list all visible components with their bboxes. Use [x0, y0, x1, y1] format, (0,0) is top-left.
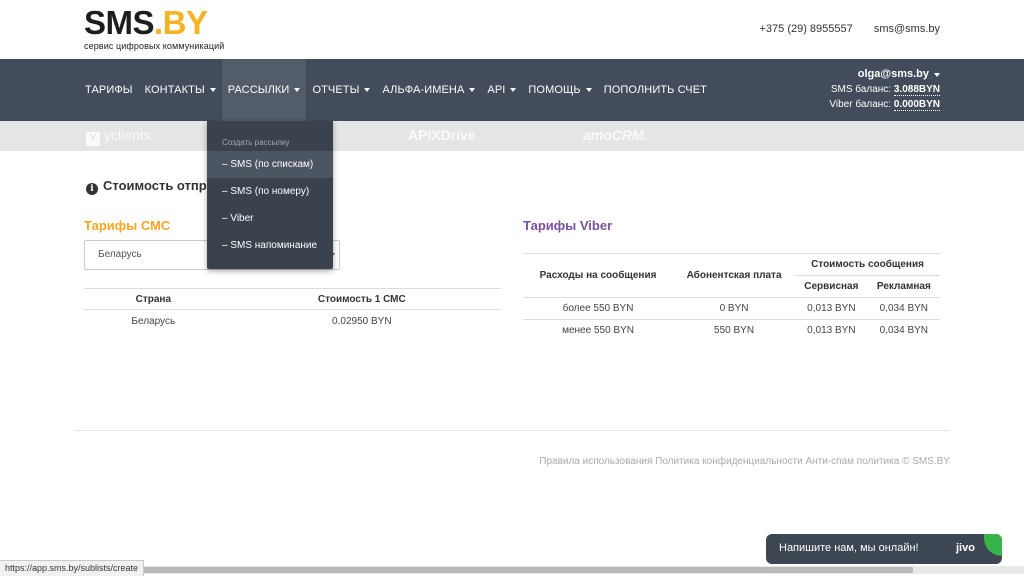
nav-item-tariffs[interactable]: Тарифы	[79, 59, 139, 121]
nav-item-alpha-names[interactable]: Альфа-имена	[376, 59, 481, 121]
column-header: Рекламная	[867, 275, 940, 298]
nav-label: API	[487, 84, 506, 96]
dropdown-item-sms-number[interactable]: – SMS (по номеру)	[207, 178, 333, 205]
footer-divider	[74, 430, 950, 431]
table-header-row: Страна Стоимость 1 СМС	[84, 288, 501, 310]
dropdown-item-sms-reminder[interactable]: – SMS напоминание	[207, 232, 333, 259]
caret-down-icon	[934, 73, 940, 77]
caret-down-icon	[209, 88, 216, 92]
partner-amocrm[interactable]: amoCRM.	[583, 127, 648, 143]
nav-item-help[interactable]: Помощь	[522, 59, 597, 121]
footer-link-rules[interactable]: Правила использования	[539, 456, 652, 467]
nav-menu: Тарифы Контакты Рассылки Отчеты Альфа-им…	[79, 59, 713, 121]
viber-balance-value[interactable]: 0.000BYN	[893, 99, 940, 111]
caret-down-icon	[294, 88, 301, 92]
nav-item-reports[interactable]: Отчеты	[306, 59, 376, 121]
viber-balance-label: Viber баланс:	[829, 99, 892, 110]
dropdown-header: Создать рассылку	[222, 138, 290, 147]
dropdown-item-viber[interactable]: – Viber	[207, 205, 333, 232]
partner-apixdrive[interactable]: APIXDrive	[408, 127, 476, 143]
column-header: Страна	[84, 288, 223, 310]
nav-label: Помощь	[528, 84, 581, 96]
site-header: SMS.BY сервис цифровых коммуникаций +375…	[0, 0, 1024, 59]
dropdown-item-sms-lists[interactable]: – SMS (по спискам)	[207, 151, 333, 178]
contact-email[interactable]: sms@sms.by	[874, 23, 940, 35]
nav-label: Отчеты	[312, 84, 360, 96]
partner-yclients[interactable]: Yyclients	[86, 127, 151, 146]
table-row: менее 550 BYN 550 BYN 0,013 BYN 0,034 BY…	[523, 320, 940, 342]
phone-number[interactable]: +375 (29) 8955557	[759, 23, 852, 35]
link-status-bar: https://app.sms.by/sublists/create	[0, 560, 145, 576]
nav-item-top-up[interactable]: Пополнить счет	[598, 59, 713, 121]
table-cell: 0 BYN	[673, 297, 796, 320]
viber-tariffs-title: Тарифы Viber	[523, 218, 613, 233]
nav-item-contacts[interactable]: Контакты	[139, 59, 222, 121]
nav-label: Альфа-имена	[382, 84, 465, 96]
footer-link-privacy[interactable]: Политика конфиденциальности	[655, 456, 803, 467]
table-cell: 0.02950 BYN	[332, 315, 392, 327]
sms-balance: SMS баланс: 3.088BYN	[829, 82, 940, 97]
table-cell: более 550 BYN	[523, 297, 674, 320]
table-row: Беларусь 0.02950 BYN	[84, 310, 501, 331]
jivo-logo: jivo	[956, 542, 975, 554]
footer-copyright: © SMS.BY	[902, 456, 950, 467]
caret-down-icon	[364, 88, 371, 92]
caret-down-icon	[510, 88, 517, 92]
logo-text: SMS.BY	[84, 6, 224, 40]
table-cell: Беларусь	[131, 315, 176, 327]
scrollbar-thumb[interactable]	[143, 567, 913, 573]
yclients-logo-icon: Y	[86, 132, 100, 146]
table-cell: 0,013 BYN	[795, 297, 868, 320]
column-header: Абонентская плата	[673, 253, 796, 298]
nav-item-api[interactable]: API	[481, 59, 522, 121]
caret-down-icon	[469, 88, 476, 92]
nav-label: Рассылки	[227, 84, 290, 96]
logo-main: SMS	[84, 4, 155, 41]
partners-strip: Yyclients APIXDrive amoCRM.	[0, 121, 1024, 151]
partner-name: amoCRM.	[583, 127, 648, 143]
nav-label: Тарифы	[85, 84, 133, 96]
table-cell: 0,013 BYN	[807, 325, 856, 337]
column-header: Стоимость сообщения	[795, 253, 940, 276]
table-cell: 0,034 BYN	[867, 297, 940, 320]
sms-tariffs-table: Страна Стоимость 1 СМС Беларусь 0.02950 …	[84, 288, 501, 331]
nav-item-mailings[interactable]: Рассылки	[221, 59, 307, 121]
table-cell: менее 550 BYN	[562, 325, 634, 337]
table-cell: 0,034 BYN	[879, 325, 929, 337]
table-row: более 550 BYN 0 BYN 0,013 BYN 0,034 BYN	[523, 297, 940, 320]
sms-balance-label: SMS баланс:	[830, 84, 892, 95]
account-user-menu[interactable]: olga@sms.by	[829, 67, 940, 82]
table-header-row: Расходы на сообщения Абонентская плата С…	[523, 253, 940, 298]
table-cell: 550 BYN	[714, 325, 755, 337]
header-contacts: +375 (29) 8955557 sms@sms.by	[741, 23, 940, 35]
column-header: Расходы на сообщения	[523, 253, 674, 298]
info-icon: i	[86, 183, 98, 195]
account-panel: olga@sms.by SMS баланс: 3.088BYN Viber б…	[829, 67, 940, 112]
sms-balance-value[interactable]: 3.088BYN	[893, 84, 940, 96]
column-header: Стоимость 1 СМС	[222, 288, 501, 310]
account-email: olga@sms.by	[857, 68, 929, 80]
viber-tariffs-table: Расходы на сообщения Абонентская плата С…	[523, 253, 940, 342]
column-header: Сервисная	[795, 275, 868, 298]
main-navbar: Тарифы Контакты Рассылки Отчеты Альфа-им…	[0, 59, 1024, 121]
footer-link-antispam[interactable]: Анти-спам политика	[805, 456, 899, 467]
nav-label: Пополнить счет	[603, 84, 707, 96]
footer-links: Правила использования Политика конфиденц…	[539, 456, 950, 467]
partner-name: APIXDrive	[408, 127, 476, 143]
country-select-value: Беларусь	[98, 249, 142, 260]
chat-status-indicator	[984, 534, 1002, 556]
chat-widget-text: Напишите нам, мы онлайн!	[779, 542, 919, 554]
caret-down-icon	[585, 88, 592, 92]
partner-name: yclients	[104, 127, 151, 143]
nav-label: Контакты	[144, 84, 205, 96]
chat-widget[interactable]: Напишите нам, мы онлайн! jivo	[766, 534, 1002, 564]
logo-subtitle: сервис цифровых коммуникаций	[84, 41, 225, 51]
sms-tariffs-title: Тарифы СМС	[84, 218, 171, 233]
mailings-dropdown: Создать рассылку – SMS (по спискам) – SM…	[207, 121, 333, 269]
logo-accent: .BY	[154, 4, 208, 41]
logo[interactable]: SMS.BY сервис цифровых коммуникаций	[84, 6, 225, 52]
viber-balance: Viber баланс: 0.000BYN	[829, 97, 940, 112]
page: SMS.BY сервис цифровых коммуникаций +375…	[0, 0, 1024, 576]
